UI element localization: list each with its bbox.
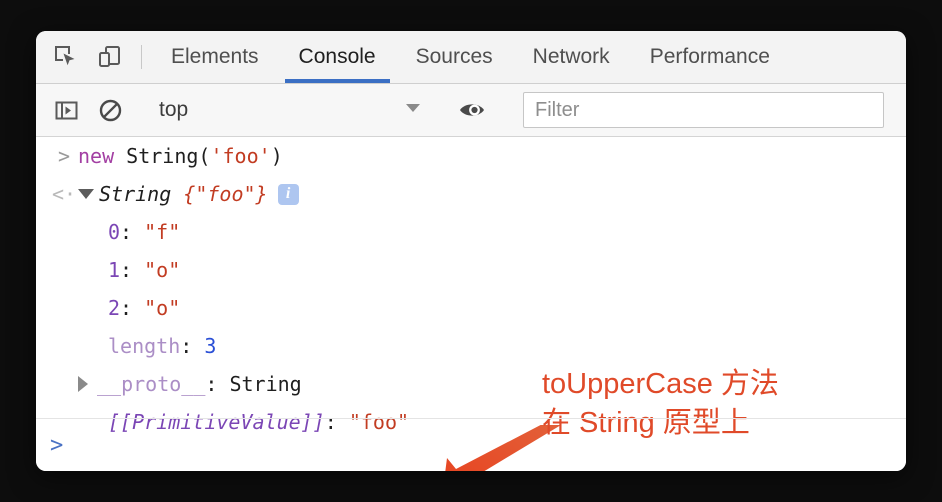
filter-placeholder-text: Filter [535,98,580,121]
property-key: 0 [108,220,121,244]
tab-label: Sources [415,45,493,68]
tab-label: Network [532,45,610,68]
chevron-down-icon [405,101,421,119]
toolbar-divider [141,45,142,69]
code-argument: 'foo' [210,144,271,168]
execution-context-dropdown[interactable]: top [151,93,431,127]
device-toolbar-icon[interactable] [88,31,132,83]
output-marker-icon: <· [51,182,77,206]
input-marker-icon: > [57,144,71,168]
console-input-line[interactable]: > new String( 'foo' ) [36,137,906,175]
property-value: 3 [204,334,217,358]
prompt-chevron-icon: > [50,432,64,458]
expand-triangle-right-icon[interactable] [78,376,88,392]
filter-input[interactable]: Filter [523,92,884,128]
console-filter-bar: top Filter [36,84,906,137]
property-value: String [229,372,302,396]
property-value: "o" [144,258,181,282]
execution-context-value: top [159,98,189,121]
property-separator: : [120,258,145,282]
property-separator: : [120,220,145,244]
tab-sources[interactable]: Sources [396,31,513,83]
expand-triangle-down-icon[interactable] [78,189,94,199]
tab-label: Console [298,45,376,68]
live-expression-eye-icon[interactable] [450,99,494,121]
property-key: __proto__ [97,372,206,396]
property-key: 2 [108,296,121,320]
console-output-area[interactable]: > new String( 'foo' ) <· String {"foo"} … [36,137,906,471]
devtools-window: Elements Console Sources Network Perform… [36,31,906,471]
property-value: "o" [144,296,181,320]
tab-network[interactable]: Network [513,31,630,83]
code-keyword: new [78,144,115,168]
info-badge-icon[interactable]: i [277,183,299,205]
console-sidebar-toggle-icon[interactable] [44,98,88,123]
property-key: 1 [108,258,121,282]
console-prompt-row[interactable]: > [36,418,906,471]
tab-label: Performance [649,45,770,68]
inspect-cursor-icon[interactable] [44,31,88,83]
property-separator: : [180,334,205,358]
clear-console-icon[interactable] [88,98,132,123]
code-callee: String( [126,144,211,168]
devtools-tab-bar: Elements Console Sources Network Perform… [36,31,906,84]
tab-performance[interactable]: Performance [630,31,790,83]
property-row-proto[interactable]: __proto__ : String [36,365,906,403]
property-separator: : [205,372,230,396]
tab-console[interactable]: Console [279,31,396,83]
property-separator: : [120,296,145,320]
property-value: "f" [144,220,181,244]
property-row-2[interactable]: 2 : "o" [36,289,906,327]
property-row-1[interactable]: 1 : "o" [36,251,906,289]
tab-elements[interactable]: Elements [151,31,279,83]
code-close-paren: ) [270,144,283,168]
tab-label: Elements [171,45,259,68]
property-row-length[interactable]: length : 3 [36,327,906,365]
property-key: length [108,334,181,358]
property-row-0[interactable]: 0 : "f" [36,213,906,251]
console-result-line[interactable]: <· String {"foo"} i [36,175,906,213]
result-preview: {"foo"} [171,182,268,206]
result-constructor: String [99,182,172,206]
